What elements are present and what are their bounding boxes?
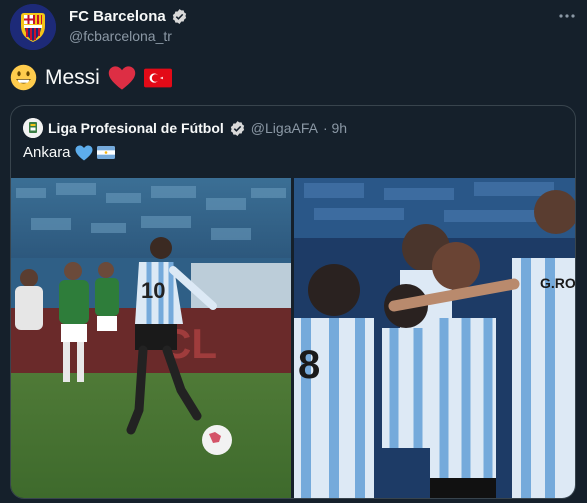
svg-text:G.ROD: G.ROD	[540, 275, 575, 291]
team-celebration-photo[interactable]: 8 G.ROD	[294, 178, 575, 498]
liga-logo-icon[interactable]	[23, 118, 43, 138]
more-options-icon[interactable]	[557, 6, 577, 31]
quote-header: Liga Profesional de Fútbol @LigaAFA · 9h	[23, 118, 347, 138]
tweet-header: FC Barcelona @fcbarcelona_tr	[10, 4, 577, 50]
avatar[interactable]	[10, 4, 56, 50]
quote-author-name[interactable]: Liga Profesional de Fútbol	[48, 120, 224, 136]
quote-author-handle[interactable]: @LigaAFA	[251, 120, 318, 136]
verified-badge-icon	[172, 9, 186, 24]
svg-text:8: 8	[298, 343, 320, 387]
author-block: FC Barcelona @fcbarcelona_tr	[69, 8, 188, 44]
author-handle[interactable]: @fcbarcelona_tr	[69, 28, 188, 44]
turkey-flag-icon	[143, 68, 172, 87]
red-heart-icon	[108, 65, 136, 90]
tweet-text: Messi	[10, 64, 172, 91]
argentina-flag-icon	[96, 146, 115, 159]
verified-badge-icon	[230, 120, 244, 136]
light-blue-heart-icon	[75, 145, 93, 160]
quoted-tweet[interactable]: Liga Profesional de Fútbol @LigaAFA · 9h…	[10, 105, 576, 499]
svg-text:10: 10	[141, 278, 165, 303]
grinning-face-icon	[10, 64, 37, 91]
penalty-kick-photo[interactable]: CL 10	[11, 178, 291, 498]
quote-timestamp[interactable]: · 9h	[323, 120, 347, 136]
tweet-text-content: Messi	[45, 65, 100, 89]
quote-text: Ankara	[23, 144, 115, 161]
quote-text-content: Ankara	[23, 144, 71, 161]
author-name[interactable]: FC Barcelona	[69, 8, 166, 25]
fc-barcelona-crest-icon	[10, 4, 56, 50]
